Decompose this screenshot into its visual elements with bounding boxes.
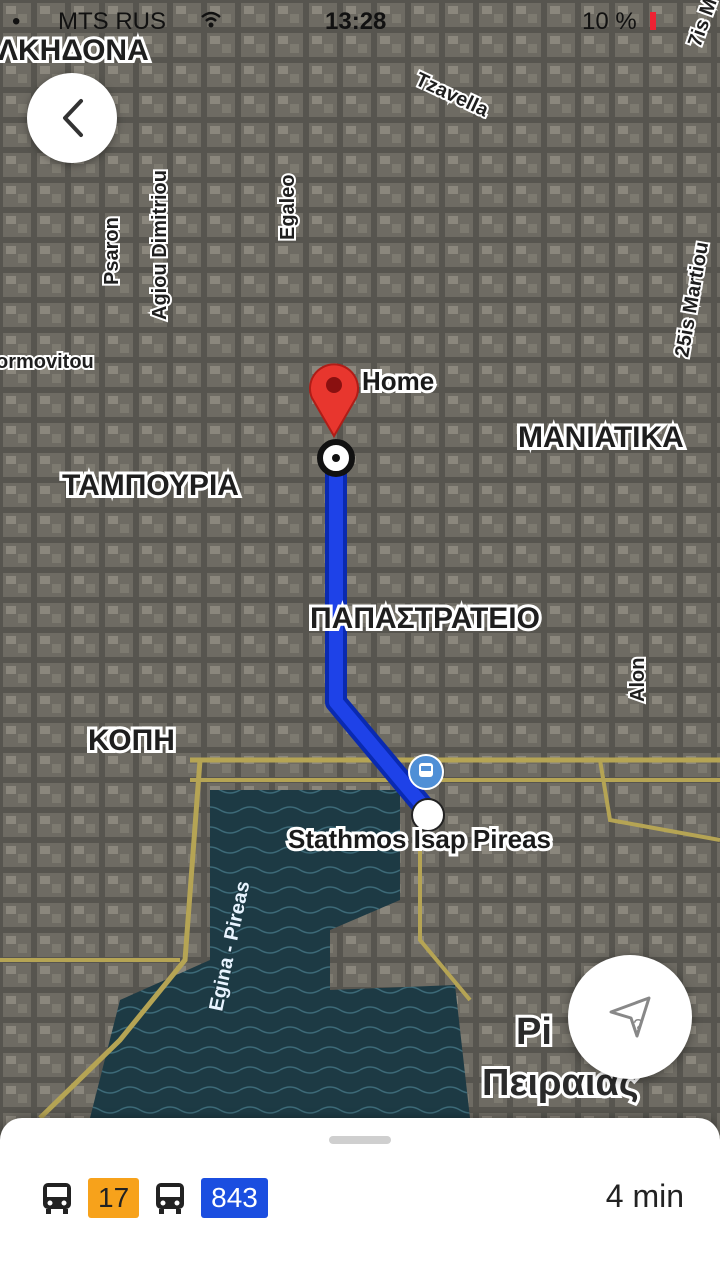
trip-duration: 4 min <box>605 1178 684 1214</box>
clock: 13:28 <box>325 8 387 35</box>
station-label: Stathmos Isap Pireas <box>288 824 551 854</box>
street-label: Psaron <box>101 217 123 285</box>
area-label: ΠΑΠΑΣΤΡΑΤΕΙΟ <box>310 602 540 635</box>
sheet-grabber[interactable] <box>329 1136 391 1144</box>
destination-label: Home <box>362 366 434 396</box>
route-badge: 17 <box>88 1178 140 1218</box>
route-badge: 843 <box>201 1178 268 1218</box>
street-label: Alon <box>627 658 649 702</box>
street-label: Agiou Dimitriou <box>149 170 171 320</box>
bus-icon <box>156 1183 185 1214</box>
battery-icon <box>650 12 656 30</box>
route-summary-sheet[interactable]: 17 843 4 min <box>0 1118 720 1278</box>
battery-percent: 10 % <box>582 8 637 35</box>
carrier-label: MTS RUS <box>58 8 166 35</box>
svg-text:?: ? <box>633 1016 643 1036</box>
area-label: ΜΑΝΙΑΤΙΚΑ <box>518 421 684 454</box>
area-label: ΤΑΜΠΟΥΡΙΑ <box>62 469 239 502</box>
transit-route-row: 17 843 <box>40 1176 268 1220</box>
train-station-icon <box>408 754 444 790</box>
wifi-icon <box>200 8 222 36</box>
bus-icon <box>43 1183 71 1214</box>
status-bar: • MTS RUS 13:28 10 % <box>0 0 720 44</box>
location-question-icon: ? <box>609 996 651 1038</box>
back-button[interactable] <box>27 73 117 163</box>
signal-dots: • <box>12 8 21 35</box>
street-label: Egaleo <box>277 174 299 240</box>
locate-button[interactable]: ? <box>568 955 692 1079</box>
area-label: ΚΟΠΗ <box>88 724 175 757</box>
satellite-map[interactable]: ΛΚΗΔΟΝΑ ΤΑΜΠΟΥΡΙΑ ΠΑΠΑΣΤΡΑΤΕΙΟ ΜΑΝΙΑΤΙΚΑ… <box>0 0 720 1278</box>
chevron-left-icon <box>63 99 83 137</box>
street-label: ormovitou <box>0 351 94 373</box>
area-label: Pi <box>516 1011 552 1053</box>
